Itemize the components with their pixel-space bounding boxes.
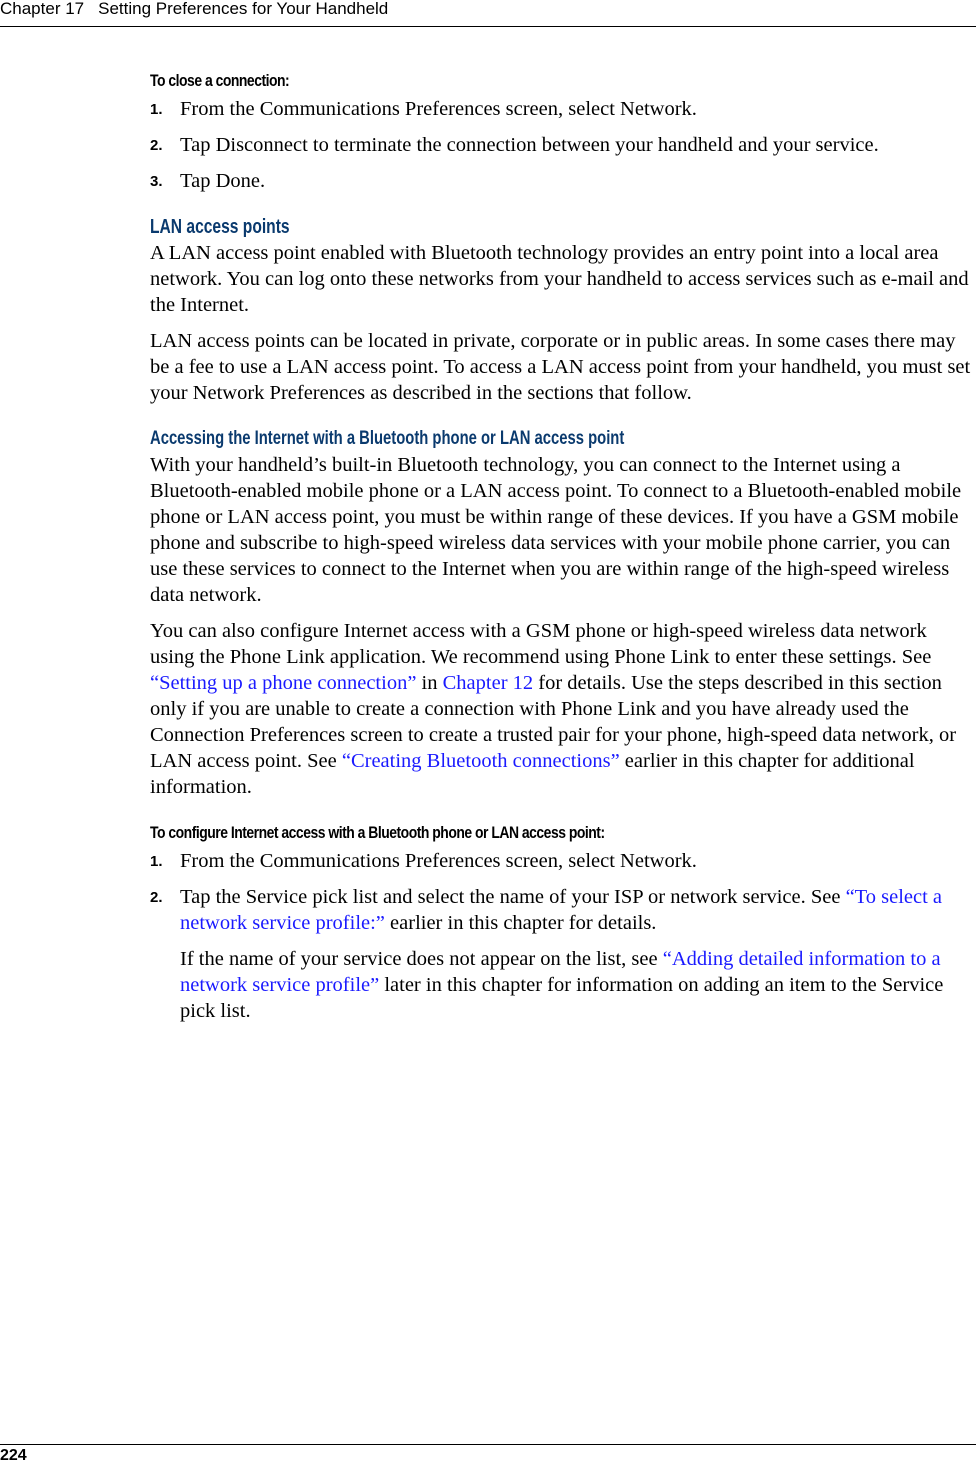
step-text: From the Communications Preferences scre… bbox=[180, 98, 697, 120]
running-head: Chapter 17 Setting Preferences for Your H… bbox=[0, 0, 388, 19]
text: If the name of your service does not app… bbox=[180, 948, 663, 970]
step-text: From the Communications Preferences scre… bbox=[180, 850, 697, 872]
list-item: 3. Tap Done. bbox=[150, 168, 974, 194]
paragraph: With your handheld’s built-in Bluetooth … bbox=[150, 454, 962, 606]
list-item: 2. Tap the Service pick list and select … bbox=[150, 884, 974, 936]
step-text: Tap the Service pick list and select the… bbox=[180, 886, 942, 934]
footer-rule bbox=[0, 1444, 976, 1445]
list-item: 2. Tap Disconnect to terminate the conne… bbox=[150, 132, 974, 158]
link-chapter-12[interactable]: Chapter 12 bbox=[443, 672, 534, 694]
text: You can also configure Internet access w… bbox=[150, 620, 932, 668]
step-text: Tap Done. bbox=[180, 170, 266, 192]
step-text: Tap Disconnect to terminate the connecti… bbox=[180, 134, 879, 156]
text: in bbox=[416, 672, 443, 694]
page-body: To close a connection: 1. From the Commu… bbox=[150, 70, 974, 1024]
list-item: 1. From the Communications Preferences s… bbox=[150, 848, 974, 874]
text: Tap the Service pick list and select the… bbox=[180, 886, 846, 908]
step-number: 1. bbox=[150, 101, 163, 118]
chapter-title: Setting Preferences for Your Handheld bbox=[98, 0, 389, 18]
paragraph: You can also configure Internet access w… bbox=[150, 618, 974, 800]
step-number: 2. bbox=[150, 137, 163, 154]
link-setting-up-phone-connection[interactable]: “Setting up a phone connection” bbox=[150, 672, 416, 694]
link-creating-bluetooth-connections[interactable]: “Creating Bluetooth connections” bbox=[342, 750, 620, 772]
step-number: 3. bbox=[150, 173, 163, 190]
paragraph: A LAN access point enabled with Bluetoot… bbox=[150, 242, 969, 316]
step-number: 1. bbox=[150, 853, 163, 870]
subsection-title-accessing-internet: Accessing the Internet with a Bluetooth … bbox=[150, 428, 625, 449]
procedure-title-close-connection: To close a connection: bbox=[150, 71, 290, 90]
paragraph: LAN access points can be located in priv… bbox=[150, 330, 971, 404]
procedure-title-configure-internet: To configure Internet access with a Blue… bbox=[150, 823, 605, 842]
page-header: Chapter 17 Setting Preferences for Your H… bbox=[0, 0, 976, 27]
chapter-label: Chapter 17 bbox=[0, 0, 85, 18]
text: earlier in this chapter for details. bbox=[384, 912, 657, 934]
page-number: 224 bbox=[0, 1447, 27, 1464]
list-item: 1. From the Communications Preferences s… bbox=[150, 96, 974, 122]
section-title-lan-access-points: LAN access points bbox=[150, 216, 290, 238]
step-number: 2. bbox=[150, 889, 163, 906]
step-note: If the name of your service does not app… bbox=[150, 946, 974, 1024]
